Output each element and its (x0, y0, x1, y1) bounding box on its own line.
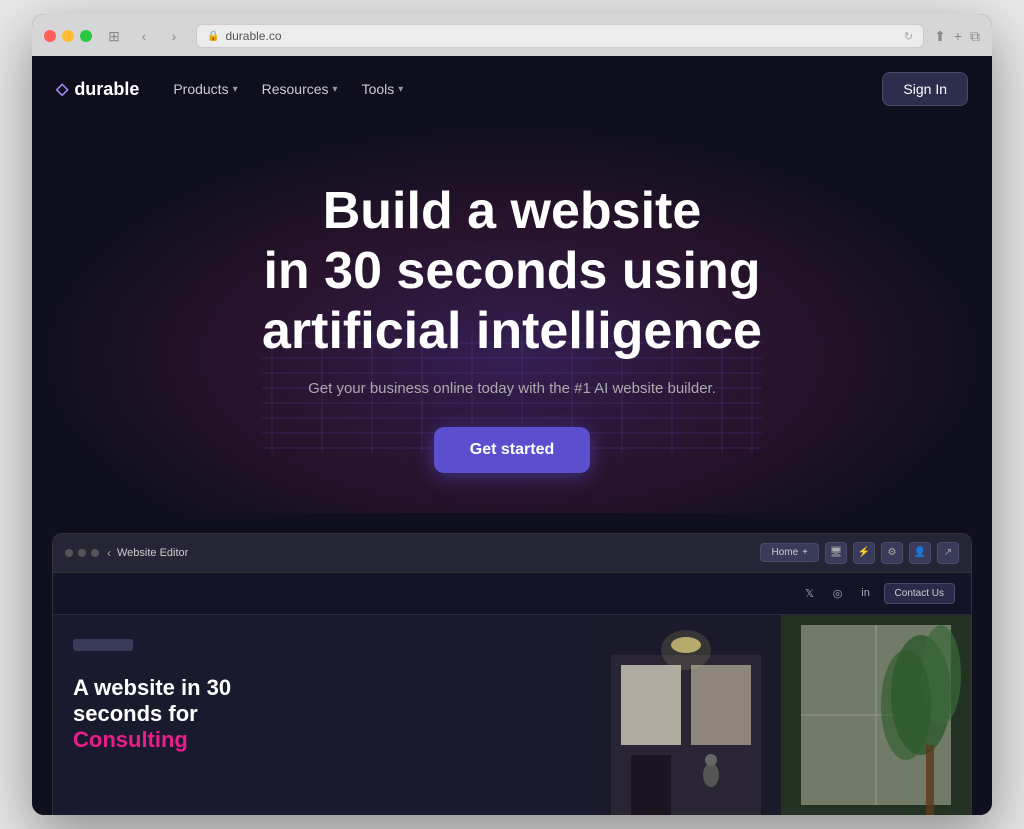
preview-hero-title: A website in 30 seconds for Consulting (73, 675, 571, 754)
preview-title: Website Editor (117, 547, 188, 559)
browser-nav: ⊞ ‹ › (102, 24, 186, 48)
preview-right-column (591, 615, 971, 815)
preview-logo-placeholder (73, 639, 133, 651)
preview-chrome: ‹ Website Editor Home + 🖥 ⚡ ⚙ 👤 ↗ (53, 534, 971, 573)
browser-chrome: ⊞ ‹ › 🔒 durable.co ↻ ⬆ + ⧉ (32, 14, 992, 56)
get-started-button[interactable]: Get started (434, 427, 590, 473)
traffic-lights (44, 30, 92, 42)
lock-icon: 🔒 (207, 31, 219, 42)
hero-subtitle: Get your business online today with the … (72, 380, 952, 397)
back-button[interactable]: ‹ (132, 24, 156, 48)
fullscreen-button[interactable] (80, 30, 92, 42)
windows-icon[interactable]: ⧉ (970, 28, 980, 45)
instagram-icon[interactable]: ◎ (828, 583, 848, 603)
hero-title: Build a website in 30 seconds using arti… (72, 182, 952, 361)
preview-content: A website in 30 seconds for Consulting (53, 615, 971, 815)
logo-text: durable (74, 79, 139, 100)
linkedin-icon[interactable]: in (856, 583, 876, 603)
preview-dot-3 (91, 549, 99, 557)
preview-external-link-icon[interactable]: ↗ (937, 542, 959, 564)
nav-item-products[interactable]: Products ▾ (163, 75, 247, 103)
nav-links: Products ▾ Resources ▾ Tools ▾ (163, 75, 882, 103)
preview-dot-2 (78, 549, 86, 557)
hero-section: Build a website in 30 seconds using arti… (32, 122, 992, 512)
add-tab-icon[interactable]: + (954, 28, 962, 44)
preview-home-tab[interactable]: Home + (760, 543, 819, 562)
preview-image-collage (591, 615, 971, 815)
nav-item-tools[interactable]: Tools ▾ (352, 75, 414, 103)
logo-icon: ◇ (56, 79, 68, 99)
chevron-down-icon: ▾ (398, 84, 403, 95)
preview-dots (65, 549, 99, 557)
address-bar[interactable]: 🔒 durable.co ↻ (196, 24, 924, 48)
site-logo[interactable]: ◇ durable (56, 79, 139, 100)
website-content: ◇ durable Products ▾ Resources ▾ Tools ▾… (32, 56, 992, 814)
refresh-icon[interactable]: ↻ (904, 30, 913, 43)
contact-us-button[interactable]: Contact Us (884, 583, 955, 604)
preview-gear-icon[interactable]: ⚙ (881, 542, 903, 564)
url-text: durable.co (225, 29, 281, 43)
browser-actions: ⬆ + ⧉ (934, 28, 980, 45)
preview-lightning-icon[interactable]: ⚡ (853, 542, 875, 564)
sign-in-button[interactable]: Sign In (882, 72, 968, 106)
twitter-icon[interactable]: 𝕏 (800, 583, 820, 603)
preview-dot-1 (65, 549, 73, 557)
site-nav: ◇ durable Products ▾ Resources ▾ Tools ▾… (32, 56, 992, 122)
browser-window: ⊞ ‹ › 🔒 durable.co ↻ ⬆ + ⧉ ◇ durable Pro… (32, 14, 992, 814)
preview-back-icon[interactable]: ‹ (107, 546, 111, 560)
preview-title-bar: ‹ Website Editor (107, 546, 752, 560)
preview-image-left (591, 615, 781, 815)
sidebar-toggle-button[interactable]: ⊞ (102, 24, 126, 48)
preview-image-right (781, 615, 971, 815)
preview-left-column: A website in 30 seconds for Consulting (53, 615, 591, 815)
preview-website: 𝕏 ◎ in Contact Us A website in 30 second… (53, 573, 971, 815)
forward-button[interactable]: › (162, 24, 186, 48)
office-image-left (591, 615, 781, 815)
preview-person-icon[interactable]: 👤 (909, 542, 931, 564)
minimize-button[interactable] (62, 30, 74, 42)
close-button[interactable] (44, 30, 56, 42)
office-image-right (781, 615, 971, 815)
preview-nav-bar: 𝕏 ◎ in Contact Us (53, 573, 971, 615)
preview-monitor-icon[interactable]: 🖥 (825, 542, 847, 564)
preview-window: ‹ Website Editor Home + 🖥 ⚡ ⚙ 👤 ↗ (52, 533, 972, 815)
nav-item-resources[interactable]: Resources ▾ (252, 75, 348, 103)
share-icon[interactable]: ⬆ (934, 28, 946, 45)
chevron-down-icon: ▾ (233, 84, 238, 95)
chevron-down-icon: ▾ (333, 84, 338, 95)
preview-toolbar: Home + 🖥 ⚡ ⚙ 👤 ↗ (760, 542, 959, 564)
